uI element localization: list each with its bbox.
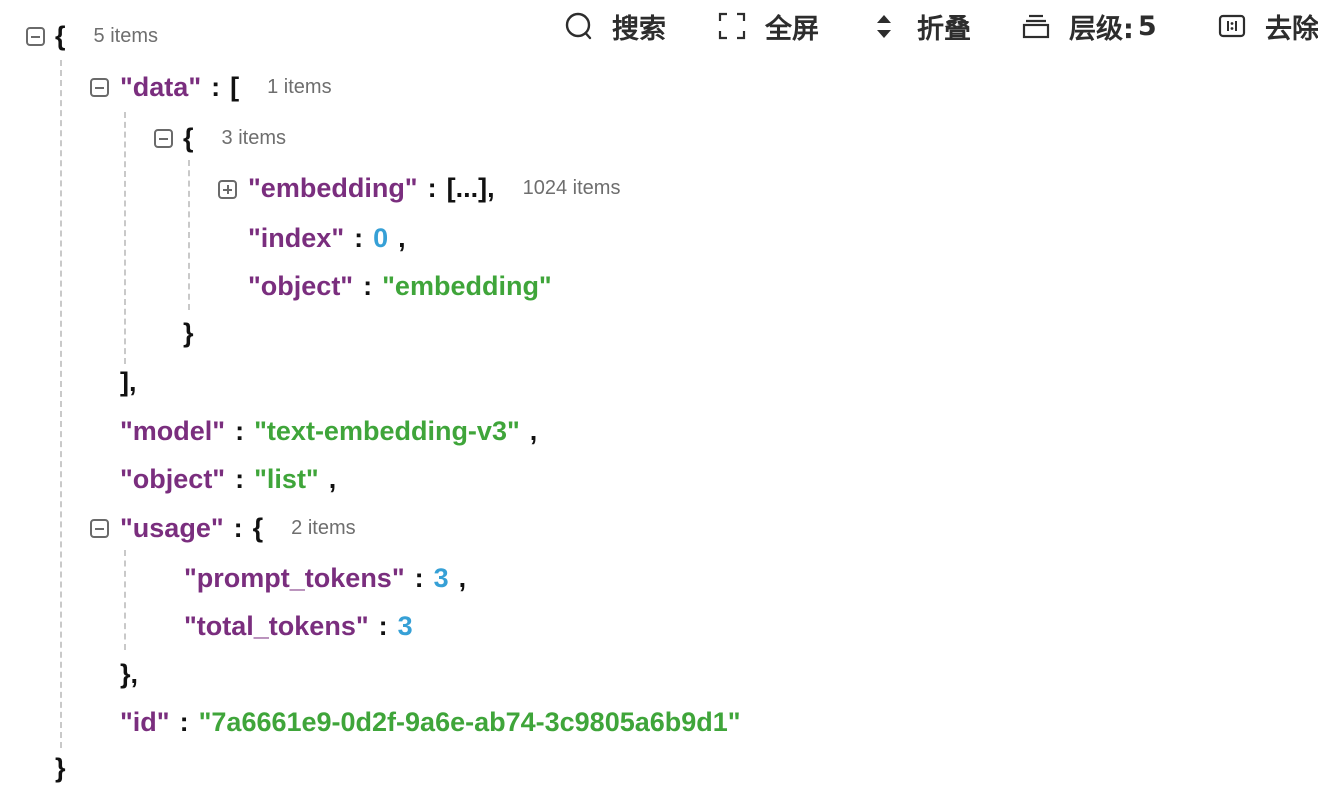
total-tokens-key: "total_tokens" (184, 610, 369, 641)
usage-row: "usage" : { 2 items (120, 508, 356, 548)
usage-open-brace: { (252, 512, 264, 543)
level-value: 5 (1137, 10, 1157, 42)
item-object-key: "object" (248, 270, 354, 301)
strip-button[interactable]: 去除 (1217, 8, 1318, 45)
id-colon: : (179, 706, 189, 737)
root-close-row: } (55, 748, 66, 788)
collapse-icon (869, 11, 899, 41)
data-row: "data" : [ 1 items (120, 67, 332, 107)
usage-close-brace: }, (120, 658, 139, 689)
data-open-bracket: [ (230, 71, 240, 102)
embedding-collapsed-value[interactable]: [...], (447, 173, 495, 204)
item-item-count: 3 items (221, 126, 286, 149)
usage-item-count: 2 items (291, 516, 356, 539)
model-comma: , (529, 415, 538, 446)
item-close-row: } (183, 313, 194, 353)
object-value: "list" (254, 463, 319, 494)
usage-indent-guide (124, 550, 126, 650)
id-value: "7a6661e9-0d2f-9a6e-ab74-3c9805a6b9d1" (198, 706, 741, 737)
embedding-row: "embedding" : [...], 1024 items (248, 168, 620, 208)
layers-icon (1021, 11, 1051, 41)
model-row: "model" : "text-embedding-v3" , (120, 411, 537, 451)
root-indent-guide (60, 60, 62, 748)
prompt-tokens-value: 3 (433, 562, 449, 593)
root-item-count: 5 items (93, 24, 158, 47)
usage-colon: : (233, 512, 243, 543)
model-key: "model" (120, 415, 226, 446)
fullscreen-label: 全屏 (765, 13, 819, 45)
model-value: "text-embedding-v3" (254, 415, 520, 446)
index-colon: : (354, 222, 364, 253)
data-close-bracket: ], (120, 366, 137, 397)
item-object-row: "object" : "embedding" (248, 266, 552, 306)
embedding-expand-toggle[interactable] (218, 180, 237, 199)
prompt-tokens-comma: , (458, 562, 467, 593)
data-item-count: 1 items (267, 75, 332, 98)
index-comma: , (398, 222, 406, 253)
usage-collapse-toggle[interactable] (90, 519, 109, 538)
usage-key: "usage" (120, 512, 224, 543)
object-colon: : (235, 463, 245, 494)
item-open-brace: { (183, 122, 194, 153)
data-collapse-toggle[interactable] (90, 78, 109, 97)
collapse-button[interactable]: 折叠 (869, 8, 971, 45)
search-icon (564, 11, 594, 41)
id-row: "id" : "7a6661e9-0d2f-9a6e-ab74-3c9805a6… (120, 702, 741, 742)
item-open-row: { 3 items (183, 118, 286, 158)
json-viewer: 搜索 全屏 折叠 层级: 5 去除 {5 items "data": [1… (0, 0, 1318, 808)
total-tokens-row: "total_tokens" : 3 (184, 606, 413, 646)
item-collapse-toggle[interactable] (154, 129, 173, 148)
item-object-value: "embedding" (382, 270, 552, 301)
item-indent-guide (188, 160, 190, 310)
object-row: "object" : "list" , (120, 459, 336, 499)
search-button[interactable]: 搜索 (564, 8, 666, 45)
index-key: "index" (248, 222, 345, 253)
model-colon: : (235, 415, 245, 446)
item-object-colon: : (363, 270, 373, 301)
strip-icon (1217, 11, 1247, 41)
strip-label: 去除 (1265, 13, 1318, 45)
root-open-row: { 5 items (55, 16, 158, 56)
index-value: 0 (373, 222, 389, 253)
id-key: "id" (120, 706, 170, 737)
root-open-brace: { (55, 20, 66, 51)
embedding-item-count: 1024 items (522, 176, 621, 199)
data-key: "data" (120, 71, 202, 102)
data-indent-guide (124, 112, 126, 364)
usage-close-row: }, (120, 654, 138, 694)
root-close-brace: } (55, 752, 66, 783)
prompt-tokens-row: "prompt_tokens" : 3 , (184, 558, 466, 598)
total-tokens-value: 3 (397, 610, 413, 641)
fullscreen-button[interactable]: 全屏 (717, 8, 819, 45)
data-colon: : (211, 71, 221, 102)
prompt-tokens-key: "prompt_tokens" (184, 562, 405, 593)
level-label: 层级: (1069, 13, 1134, 45)
toolbar: 搜索 全屏 折叠 层级: 5 去除 (0, 0, 1318, 52)
search-label: 搜索 (612, 13, 666, 45)
embedding-key: "embedding" (248, 172, 418, 203)
object-comma: , (328, 463, 337, 494)
embedding-colon: : (427, 172, 437, 203)
collapse-label: 折叠 (917, 13, 971, 45)
root-collapse-toggle[interactable] (26, 27, 45, 46)
object-key: "object" (120, 463, 226, 494)
level-button[interactable]: 层级: 5 (1021, 8, 1157, 45)
total-tokens-colon: : (378, 610, 388, 641)
fullscreen-icon (717, 11, 747, 41)
data-close-row: ], (120, 362, 137, 402)
item-close-brace: } (183, 317, 194, 348)
index-row: "index" : 0 , (248, 218, 406, 258)
prompt-tokens-colon: : (414, 562, 424, 593)
